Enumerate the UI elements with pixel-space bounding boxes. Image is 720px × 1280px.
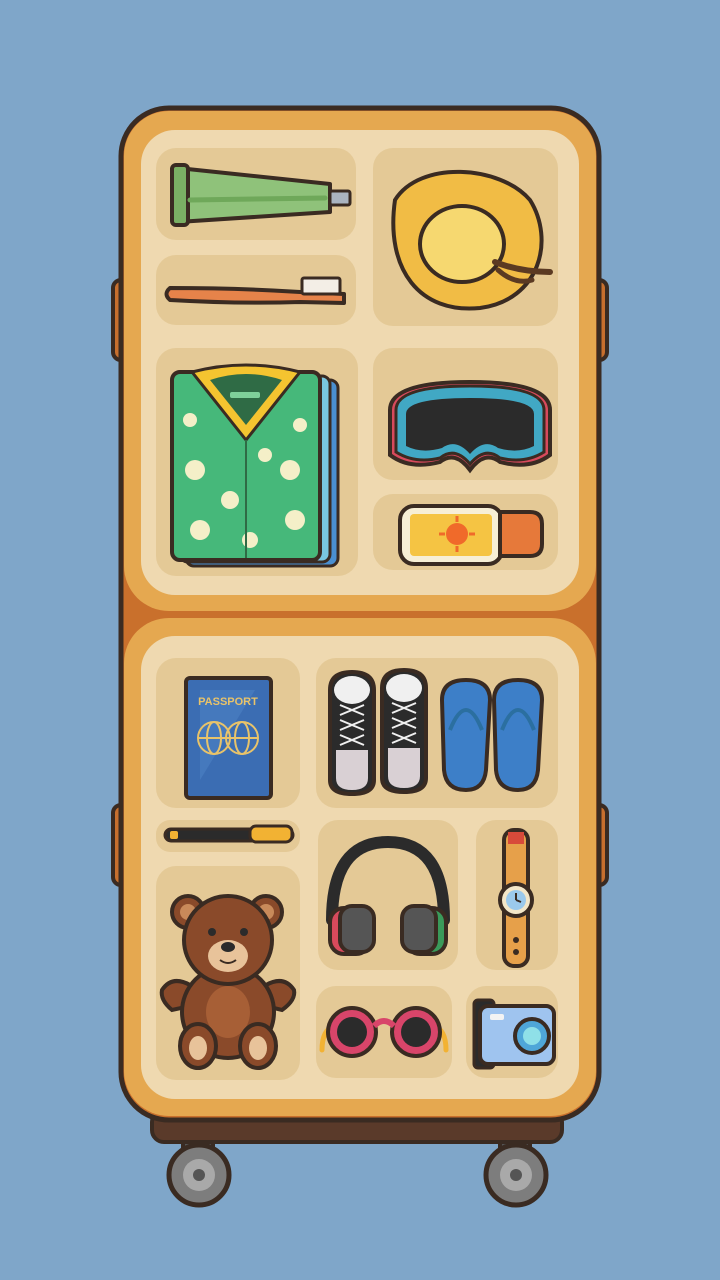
game-stage: PASSPORT: [0, 0, 720, 1280]
pen-icon: [163, 824, 295, 844]
passport-label: PASSPORT: [198, 696, 258, 708]
goggles-icon: [388, 379, 552, 474]
passport-icon: PASSPORT: [184, 676, 273, 800]
slot-headphones[interactable]: [318, 820, 458, 970]
slot-toothpaste[interactable]: [156, 148, 356, 240]
slot-sunscreen[interactable]: [373, 494, 558, 570]
wheel-left: [166, 1133, 232, 1208]
wheel-right: [483, 1133, 549, 1208]
slot-pen[interactable]: [156, 820, 300, 852]
suitcase-scene: PASSPORT: [111, 105, 609, 1208]
watch-icon: [498, 828, 534, 968]
slot-sun-hat[interactable]: [373, 148, 558, 326]
teddy-bear-icon: [159, 894, 297, 1070]
slot-teddy-bear[interactable]: [156, 866, 300, 1080]
slot-sunglasses[interactable]: [316, 986, 452, 1078]
slot-toothbrush[interactable]: [156, 255, 356, 325]
slot-watch[interactable]: [476, 820, 558, 970]
slot-shirts[interactable]: [156, 348, 358, 576]
slot-shoes[interactable]: [316, 658, 558, 808]
sunscreen-bottle-icon: [398, 504, 544, 566]
slot-passport[interactable]: PASSPORT: [156, 658, 300, 808]
shirt-stack-icon: [170, 363, 340, 568]
camera-icon: [472, 998, 556, 1070]
slot-camera[interactable]: [466, 986, 558, 1078]
slot-goggles[interactable]: [373, 348, 558, 480]
